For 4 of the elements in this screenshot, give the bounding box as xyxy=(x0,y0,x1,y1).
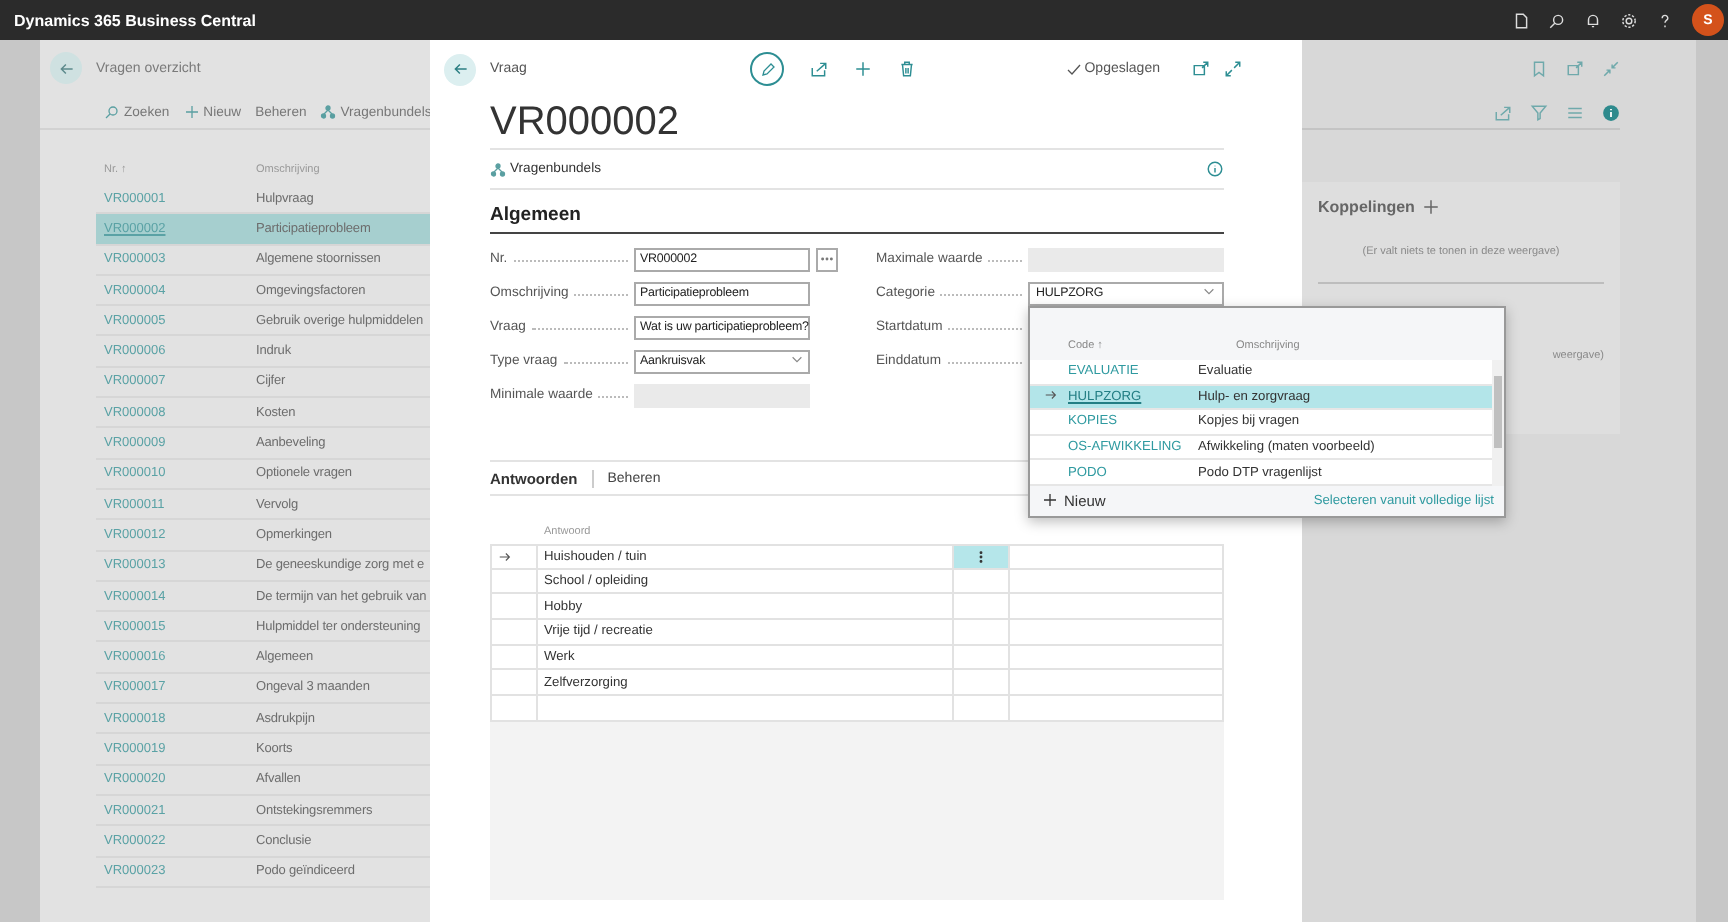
section-title: Algemeen xyxy=(490,204,1224,234)
record-title: VR000002 xyxy=(490,98,682,146)
app-title: Dynamics 365 Business Central xyxy=(14,11,258,29)
factbox-title: Koppelingen xyxy=(1318,197,1415,215)
